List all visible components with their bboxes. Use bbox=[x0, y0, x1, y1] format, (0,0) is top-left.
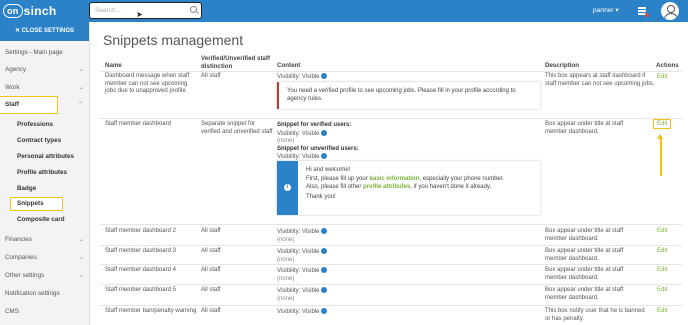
row-name: Staff member dashboard 3 bbox=[105, 248, 176, 254]
divider bbox=[100, 71, 682, 72]
settings-sidebar: ✕ CLOSE SETTINGS Settings - Main page Ag… bbox=[0, 22, 90, 325]
sidebar-item-cms[interactable]: CMS bbox=[0, 304, 90, 320]
divider bbox=[100, 284, 682, 285]
edit-link[interactable]: Edit bbox=[652, 119, 672, 129]
sidebar-item-staff[interactable]: Staff bbox=[0, 96, 58, 114]
chevron-down-icon: ⌄ bbox=[78, 237, 84, 243]
user-avatar[interactable] bbox=[661, 2, 679, 20]
brand-logo[interactable]: on sinch bbox=[3, 3, 56, 19]
search-icon[interactable] bbox=[190, 6, 197, 13]
col-name: Name bbox=[105, 62, 122, 69]
row-distinction: All staff bbox=[201, 228, 221, 234]
main-content: Snippets management Name Verified/Unveri… bbox=[95, 22, 688, 325]
edit-link[interactable]: Edit bbox=[657, 228, 667, 234]
check-icon bbox=[321, 228, 328, 234]
edit-link[interactable]: Edit bbox=[657, 74, 667, 80]
tasks-icon[interactable] bbox=[637, 5, 649, 17]
search-input[interactable]: Search... bbox=[89, 2, 202, 19]
check-icon bbox=[321, 73, 328, 79]
snippet-preview: i Hi and welcome! First, please fill up … bbox=[277, 161, 540, 215]
check-icon bbox=[321, 267, 328, 273]
row-description: Box appear under title at staff member d… bbox=[545, 248, 624, 262]
row-name: Staff member dashboard 5 bbox=[105, 287, 176, 293]
divider bbox=[100, 224, 682, 225]
visibility-status: Visibility: Visible (none) bbox=[277, 267, 328, 283]
basic-information-link[interactable]: basic information bbox=[369, 176, 419, 182]
notification-badge bbox=[645, 13, 649, 17]
sidebar-item-main[interactable]: Settings - Main page bbox=[0, 45, 90, 61]
edit-link[interactable]: Edit bbox=[657, 287, 667, 293]
visibility-status: Visibility: Visible (none) bbox=[277, 248, 328, 264]
sidebar-sub-contract-types[interactable]: Contract types bbox=[17, 135, 61, 147]
row-distinction: Separate snippet for verified and unveri… bbox=[201, 121, 273, 135]
chevron-down-icon: ⌄ bbox=[78, 255, 84, 261]
top-bar: on sinch Search... ➤ partner ▾ bbox=[0, 0, 688, 22]
edit-link[interactable]: Edit bbox=[657, 267, 667, 273]
sidebar-sub-profile-attributes[interactable]: Profile attributes bbox=[17, 167, 67, 179]
annotation-arrow bbox=[657, 134, 663, 176]
sidebar-item-work[interactable]: Work ⌄ bbox=[0, 80, 90, 96]
visibility-status: Visibility: Visible bbox=[277, 73, 328, 82]
divider bbox=[100, 118, 682, 119]
check-icon bbox=[321, 130, 328, 136]
row-distinction: All staff bbox=[201, 287, 221, 293]
visibility-status: Visibility: Visible (none) bbox=[277, 228, 328, 244]
row-name: Staff member dashboard 2 bbox=[105, 228, 176, 234]
row-name: Staff member dashboard bbox=[105, 121, 171, 127]
col-content: Content bbox=[277, 62, 301, 69]
divider bbox=[100, 264, 682, 265]
row-description: Box appear under title at staff member d… bbox=[545, 267, 624, 281]
empty-value: (none) bbox=[277, 138, 295, 144]
divider bbox=[100, 245, 682, 246]
row-distinction: All staff bbox=[201, 308, 221, 314]
snippet-preview: You need a verified profile to see upcom… bbox=[277, 82, 540, 109]
close-settings-button[interactable]: ✕ CLOSE SETTINGS bbox=[0, 22, 89, 41]
sidebar-item-financies[interactable]: Financies ⌄ bbox=[0, 232, 90, 248]
sidebar-sub-composite-card[interactable]: Composite card bbox=[17, 214, 65, 226]
col-distinction: Verified/Unverified staff distinction bbox=[201, 55, 271, 70]
row-distinction: All staff bbox=[201, 248, 221, 254]
sidebar-item-agency[interactable]: Agency ⌄ bbox=[0, 62, 90, 78]
visibility-status: Visibility: Visible bbox=[277, 308, 328, 317]
sidebar-sub-snippets[interactable]: Snippets bbox=[10, 197, 63, 211]
sidebar-sub-badge[interactable]: Badge bbox=[17, 183, 36, 195]
chevron-up-icon: ⌃ bbox=[77, 102, 83, 108]
partner-menu[interactable]: partner ▾ bbox=[593, 6, 619, 14]
sidebar-sub-professions[interactable]: Professions bbox=[17, 119, 53, 131]
row-name: Staff member ban/penalty warning bbox=[105, 308, 197, 314]
sidebar-item-notification-settings[interactable]: Notification settings bbox=[0, 286, 90, 302]
chevron-down-icon: ⌄ bbox=[78, 85, 84, 91]
profile-attributes-link[interactable]: profile attributes bbox=[363, 184, 410, 190]
col-description: Description bbox=[545, 62, 580, 69]
row-description: Box appear under title at staff member d… bbox=[545, 228, 624, 242]
sidebar-sub-personal-attributes[interactable]: Personal attributes bbox=[17, 151, 74, 163]
row-name: Staff member dashboard 4 bbox=[105, 267, 176, 273]
check-icon bbox=[321, 287, 328, 293]
row-distinction: All staff bbox=[201, 267, 221, 273]
verified-heading: Snippet for verified users: bbox=[277, 122, 352, 128]
row-description: Box appear under title at staff member d… bbox=[545, 287, 624, 301]
row-description: This box notify user that he is banned o… bbox=[545, 308, 645, 322]
info-icon: i bbox=[284, 184, 291, 191]
row-description: This box appears at staff dashboard if s… bbox=[545, 73, 655, 87]
chevron-down-icon: ⌄ bbox=[78, 273, 84, 279]
edit-link[interactable]: Edit bbox=[657, 308, 667, 314]
divider bbox=[100, 305, 682, 306]
visibility-status: Visibility: Visible (none) bbox=[277, 287, 328, 303]
row-name: Dashboard message when staff member can … bbox=[105, 73, 190, 94]
row-distinction: All staff bbox=[201, 73, 221, 79]
sidebar-item-companies[interactable]: Companies ⌄ bbox=[0, 250, 90, 266]
mouse-cursor-icon: ➤ bbox=[136, 10, 143, 19]
check-icon bbox=[321, 308, 328, 314]
check-icon bbox=[321, 248, 328, 254]
sidebar-item-other-settings[interactable]: Other settings ⌄ bbox=[0, 268, 90, 284]
check-icon bbox=[321, 153, 328, 159]
row-description: Box appear under title at staff member d… bbox=[545, 121, 624, 135]
col-actions: Actions bbox=[656, 62, 679, 69]
edit-link[interactable]: Edit bbox=[657, 248, 667, 254]
page-title: Snippets management bbox=[103, 32, 244, 48]
info-strip: i bbox=[277, 161, 298, 215]
chevron-down-icon: ⌄ bbox=[78, 67, 84, 73]
